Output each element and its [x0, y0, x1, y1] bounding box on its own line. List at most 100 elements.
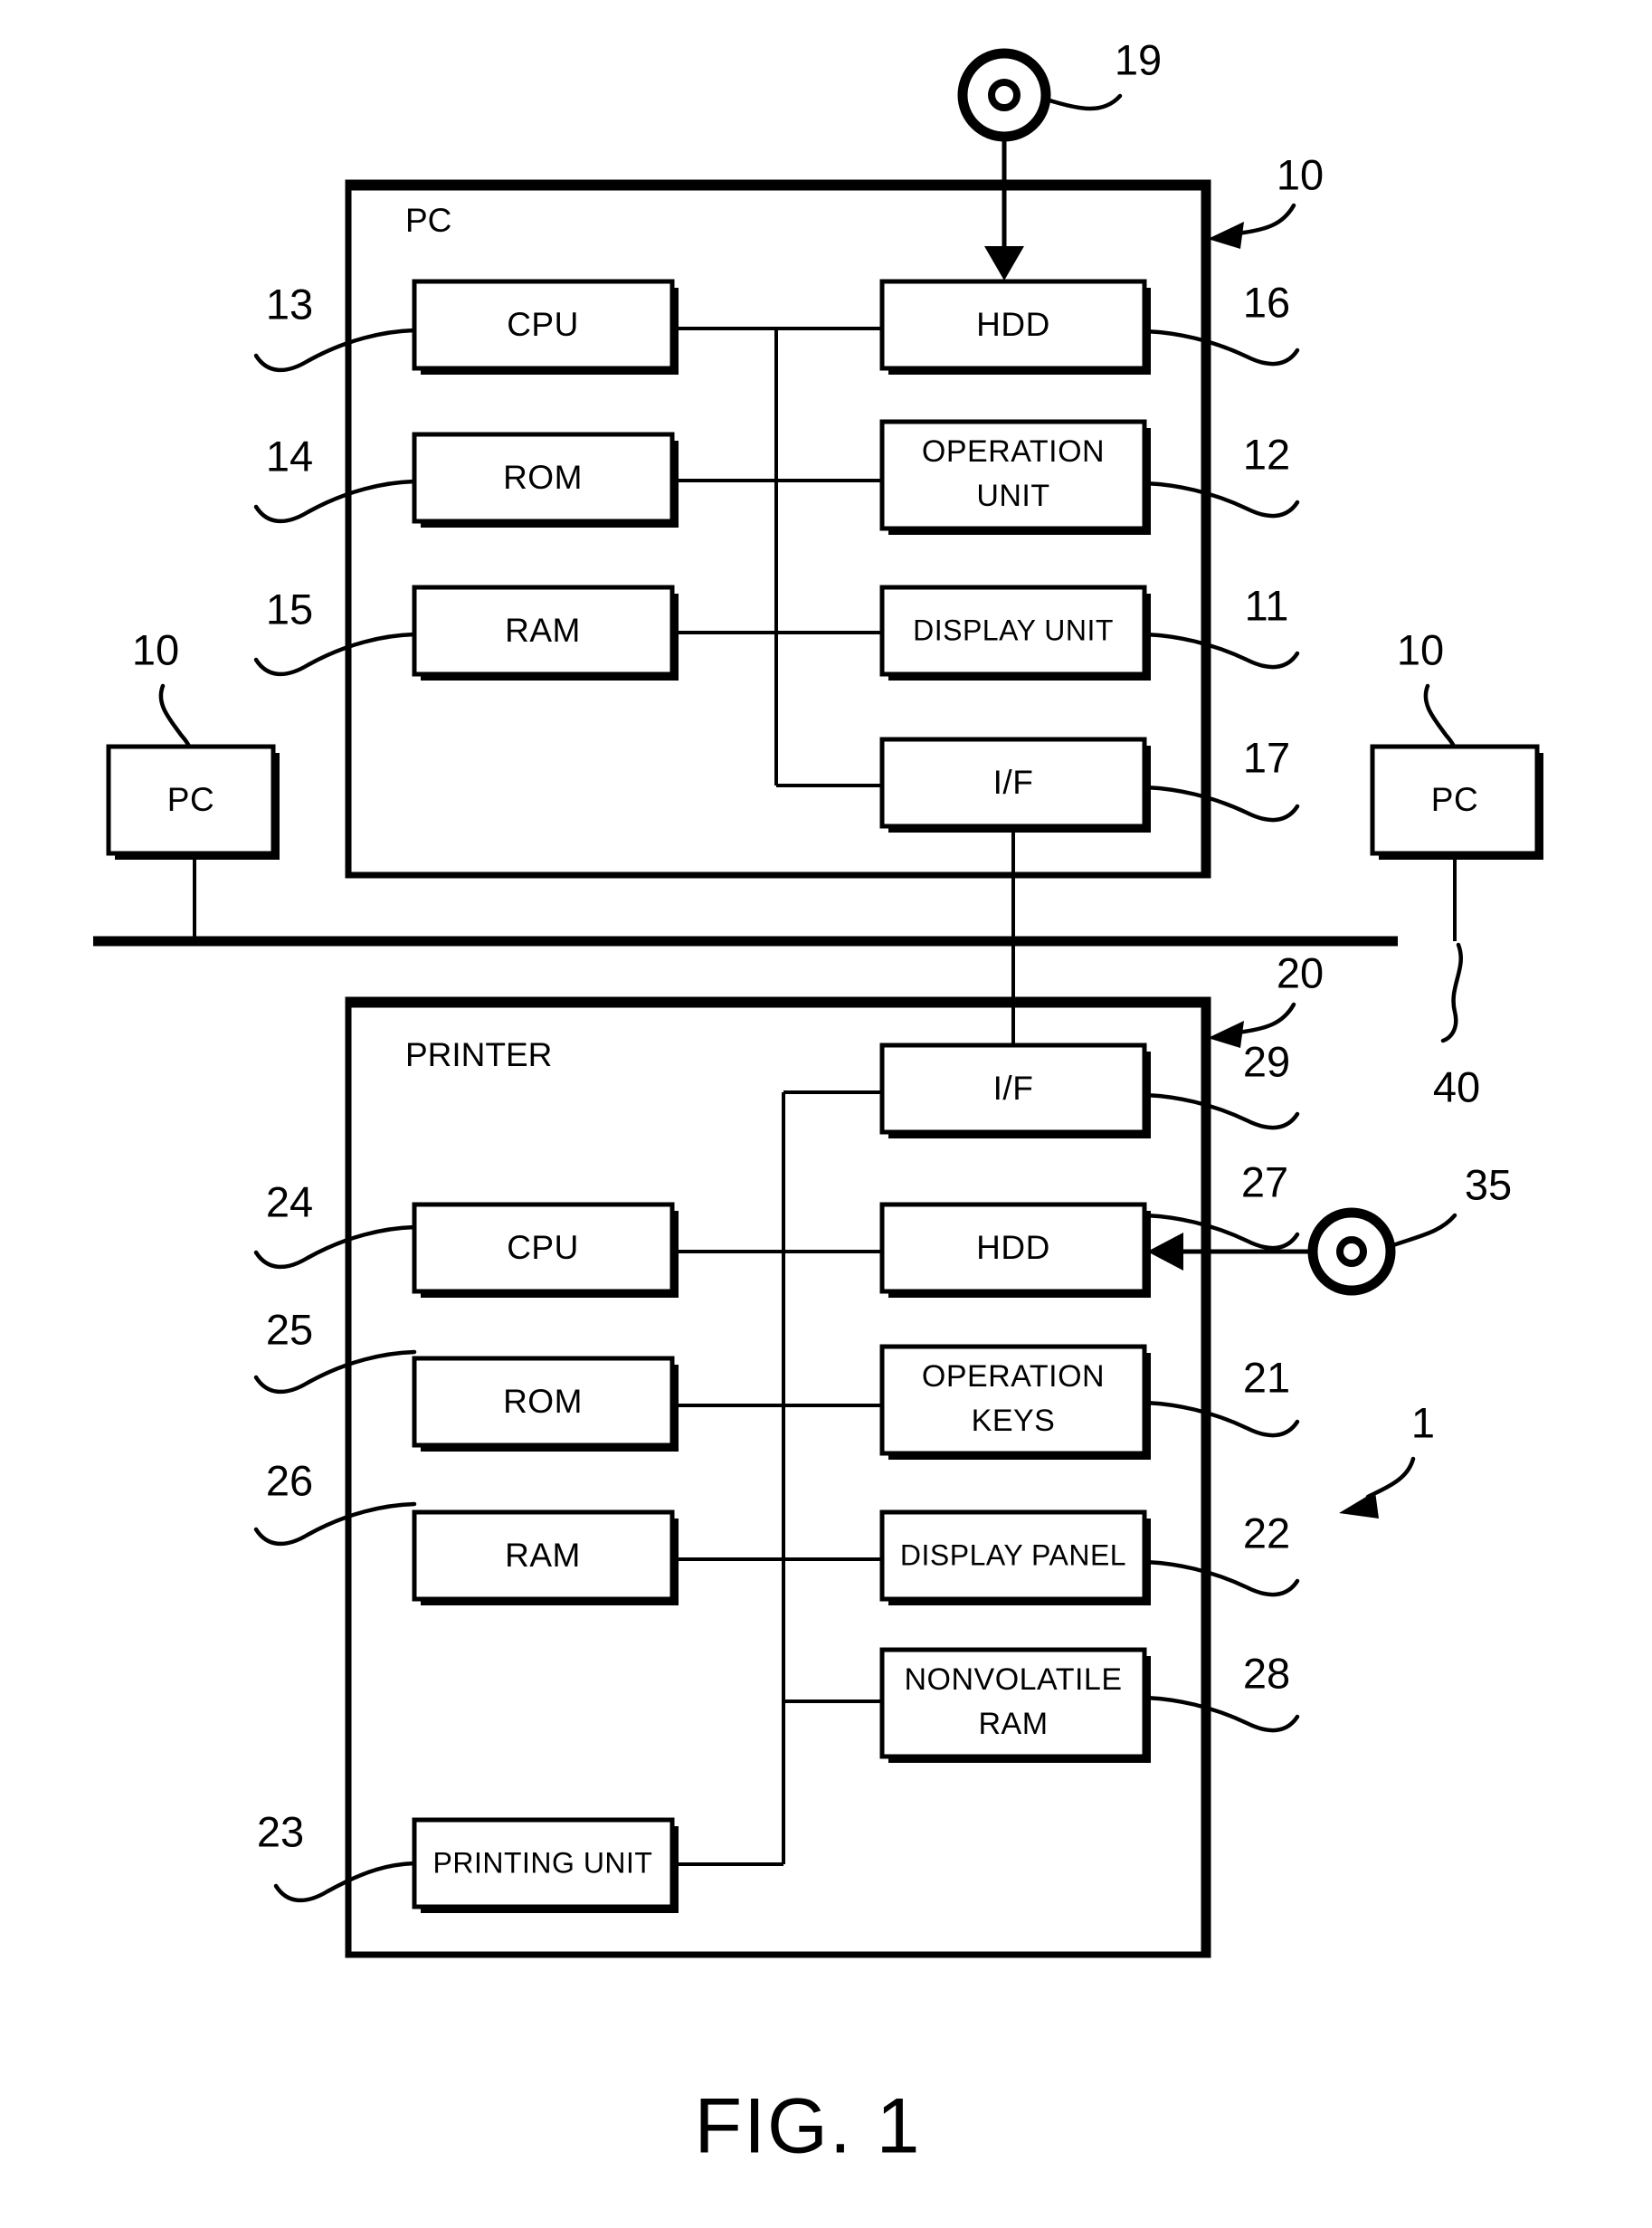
- network-node-pc-left: PC 10: [106, 625, 280, 860]
- printing-unit-label: PRINTING UNIT: [433, 1846, 653, 1879]
- leader-21: [1142, 1400, 1300, 1438]
- printer-ref-20-group: 20: [1208, 948, 1324, 1048]
- pc-left-node-label: PC: [167, 781, 214, 818]
- pc-title: PC: [405, 202, 451, 239]
- ref-27: 27: [1241, 1157, 1288, 1205]
- printer-block-operation-keys: OPERATION KEYS 21: [879, 1344, 1300, 1460]
- nvram-label-line1: NONVOLATILE: [904, 1662, 1122, 1697]
- ref-20: 20: [1277, 948, 1324, 996]
- operation-keys-label-line1: OPERATION: [922, 1359, 1105, 1394]
- printer-block-nonvolatile-ram: NONVOLATILE RAM 28: [879, 1647, 1300, 1763]
- leader-16: [1142, 328, 1300, 367]
- leader-22: [1142, 1559, 1300, 1597]
- leader-10-pc: [1235, 203, 1296, 236]
- leader-15: [253, 632, 417, 677]
- leader-20: [1235, 1002, 1296, 1035]
- operation-unit-label-line1: OPERATION: [922, 434, 1105, 469]
- ref-22: 22: [1243, 1509, 1290, 1557]
- pc-bus-wires: [674, 327, 882, 787]
- leader-12: [1142, 481, 1300, 519]
- printer-system-group: [345, 996, 1211, 1958]
- ref-1: 1: [1411, 1398, 1435, 1446]
- ref-17: 17: [1243, 733, 1290, 781]
- printer-if-label: I/F: [993, 1070, 1034, 1107]
- leader-11: [1142, 632, 1300, 670]
- printer-media-arrow-head: [1147, 1233, 1183, 1271]
- nvram-label-line2: RAM: [978, 1707, 1048, 1741]
- pc-ref-10-group: 10: [1208, 150, 1324, 249]
- leader-10-left: [158, 683, 192, 749]
- printer-block-display-panel: DISPLAY PANEL 22: [879, 1509, 1300, 1605]
- leader-25: [253, 1349, 417, 1395]
- pc-block-display-unit: DISPLAY UNIT 11: [879, 581, 1300, 681]
- leader-40: [1440, 942, 1463, 1043]
- pc-if-label: I/F: [993, 764, 1034, 801]
- leader-26: [253, 1501, 417, 1547]
- pc-block-rom: ROM 14: [253, 432, 679, 528]
- ref-16: 16: [1243, 278, 1290, 326]
- printer-bus-wires: [674, 1090, 882, 1866]
- ref-14: 14: [266, 432, 313, 480]
- rom-label: ROM: [503, 459, 583, 496]
- disk-media-hub-icon: [988, 79, 1021, 111]
- ref-28: 28: [1243, 1649, 1290, 1697]
- patent-figure-page: PC 19 10 CPU 13 ROM 14 RAM 15 HDD 16 OPE…: [0, 0, 1652, 2228]
- ref-25: 25: [266, 1305, 313, 1353]
- ref-23: 23: [257, 1807, 304, 1855]
- ref-13: 13: [266, 280, 313, 328]
- leader-29: [1142, 1092, 1300, 1130]
- ref-11: 11: [1245, 581, 1289, 629]
- printer-block-ram: RAM 26: [253, 1456, 679, 1605]
- printer-hdd-label: HDD: [976, 1229, 1050, 1266]
- printer-block-hdd: HDD 27: [879, 1157, 1300, 1298]
- ref-10-right: 10: [1397, 625, 1444, 673]
- ref-24: 24: [266, 1177, 313, 1225]
- leader-19: [1044, 93, 1123, 111]
- leader-35: [1388, 1213, 1457, 1249]
- printer-block-rom: ROM 25: [253, 1305, 679, 1452]
- ref-21: 21: [1243, 1353, 1290, 1401]
- leader-17: [1142, 785, 1300, 823]
- operation-keys-label-line2: KEYS: [972, 1404, 1056, 1438]
- cpu-label: CPU: [507, 306, 579, 343]
- system-ref-1-group: 1: [1339, 1398, 1435, 1519]
- arrow-head-20: [1208, 1021, 1244, 1048]
- figure-canvas: PC 19 10 CPU 13 ROM 14 RAM 15 HDD 16 OPE…: [93, 35, 1543, 2170]
- printer-ram-label: RAM: [505, 1537, 581, 1574]
- operation-unit-label-line2: UNIT: [976, 479, 1049, 513]
- ram-label: RAM: [505, 612, 581, 649]
- pc-media-icon-group: 19: [957, 35, 1162, 281]
- display-panel-label: DISPLAY PANEL: [900, 1538, 1126, 1571]
- leader-1: [1365, 1456, 1416, 1500]
- pc-block-cpu: CPU 13: [253, 279, 679, 375]
- hdd-label: HDD: [976, 306, 1050, 343]
- ref-19: 19: [1115, 35, 1162, 83]
- leader-13: [253, 328, 417, 373]
- network-node-pc-right: PC 10: [1370, 625, 1543, 860]
- pc-right-node-label: PC: [1431, 781, 1478, 818]
- leader-28: [1142, 1695, 1300, 1733]
- ref-12: 12: [1243, 430, 1290, 478]
- printer-rom-label: ROM: [503, 1383, 583, 1420]
- printer-block-printing-unit: PRINTING UNIT 23: [257, 1807, 679, 1913]
- leader-14: [253, 479, 417, 524]
- leader-10-right: [1423, 683, 1457, 749]
- ref-10-pc-main: 10: [1277, 150, 1324, 198]
- ref-10-left: 10: [132, 625, 179, 673]
- figure-caption: FIG. 1: [695, 2083, 922, 2170]
- pc-block-ram: RAM 15: [253, 585, 679, 681]
- printer-block-if: I/F 29: [879, 1037, 1300, 1138]
- pc-block-operation-unit: OPERATION UNIT 12: [879, 419, 1300, 535]
- display-unit-label: DISPLAY UNIT: [913, 614, 1114, 646]
- pc-block-if: I/F 17: [879, 733, 1300, 833]
- ref-29: 29: [1243, 1037, 1290, 1085]
- pc-block-hdd: HDD 16: [879, 278, 1300, 375]
- ref-26: 26: [266, 1456, 313, 1504]
- ref-40: 40: [1433, 1062, 1480, 1110]
- ref-15: 15: [266, 585, 313, 633]
- arrow-head-10-pc: [1208, 222, 1244, 249]
- arrow-head-1: [1339, 1491, 1379, 1519]
- pc-media-arrow-head: [984, 246, 1024, 281]
- printer-outer-box: [345, 996, 1211, 1958]
- printer-title: PRINTER: [405, 1036, 552, 1073]
